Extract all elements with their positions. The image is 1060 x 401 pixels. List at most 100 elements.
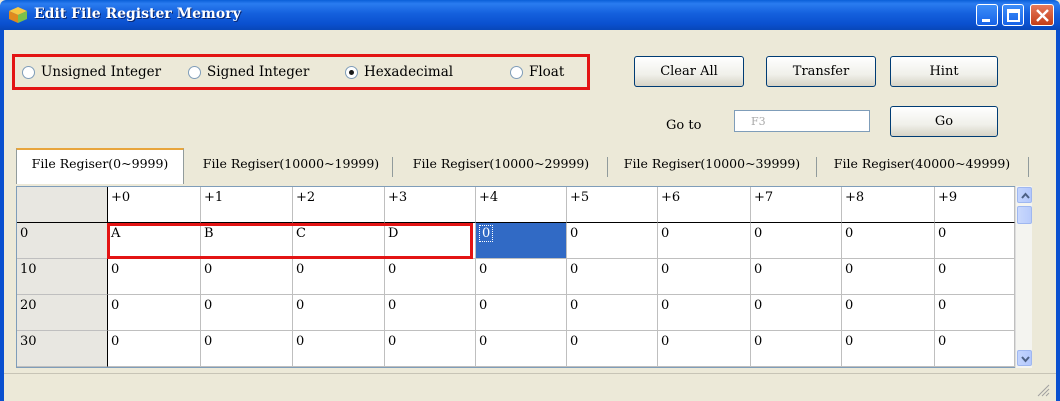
radio-indicator bbox=[345, 65, 358, 79]
clear-all-button[interactable]: Clear All bbox=[634, 56, 744, 87]
close-button[interactable] bbox=[1030, 4, 1054, 26]
go-button[interactable]: Go bbox=[890, 106, 998, 137]
register-cell[interactable]: 0 bbox=[476, 223, 567, 259]
cell-value: 0 bbox=[479, 225, 494, 242]
row-header: 10 bbox=[17, 259, 108, 295]
register-cell[interactable]: 0 bbox=[935, 259, 1015, 295]
grid-header-row: +0 +1 +2 +3 +4 +5 +6 +7 +8 +9 bbox=[17, 187, 1031, 223]
register-cell[interactable]: D bbox=[385, 223, 476, 259]
transfer-button[interactable]: Transfer bbox=[766, 56, 876, 87]
scroll-up-icon[interactable] bbox=[1017, 187, 1032, 203]
register-cell[interactable]: 0 bbox=[751, 223, 842, 259]
register-cell[interactable]: 0 bbox=[935, 223, 1015, 259]
register-cell[interactable]: 0 bbox=[658, 331, 751, 367]
title-bar[interactable]: Edit File Register Memory bbox=[0, 0, 1060, 30]
status-bar bbox=[4, 373, 1056, 401]
column-header: +7 bbox=[751, 187, 842, 223]
register-cell[interactable]: 0 bbox=[385, 259, 476, 295]
row-header: 0 bbox=[17, 223, 108, 259]
maximize-icon bbox=[1007, 9, 1020, 22]
register-cell[interactable]: 0 bbox=[385, 331, 476, 367]
radio-hexadecimal[interactable]: Hexadecimal bbox=[345, 62, 453, 82]
window-frame bbox=[0, 30, 4, 401]
radio-float[interactable]: Float bbox=[510, 62, 564, 82]
register-cell[interactable]: 0 bbox=[201, 331, 293, 367]
column-header: +6 bbox=[658, 187, 751, 223]
register-cell[interactable]: 0 bbox=[751, 295, 842, 331]
tab-file-register-0-9999[interactable]: File Regiser(0~9999) bbox=[16, 148, 184, 184]
register-grid[interactable]: +0 +1 +2 +3 +4 +5 +6 +7 +8 +9 0ABCD00000… bbox=[16, 186, 1032, 368]
register-cell[interactable]: 0 bbox=[842, 223, 935, 259]
column-header: +5 bbox=[567, 187, 658, 223]
hint-button[interactable]: Hint bbox=[890, 56, 998, 87]
window-frame bbox=[1056, 30, 1060, 401]
column-header: +9 bbox=[935, 187, 1015, 223]
radio-label: Unsigned Integer bbox=[41, 64, 162, 80]
scroll-down-icon[interactable] bbox=[1017, 350, 1032, 366]
register-cell[interactable]: 0 bbox=[751, 331, 842, 367]
register-cell[interactable]: 0 bbox=[108, 259, 201, 295]
register-cell[interactable]: 0 bbox=[293, 259, 385, 295]
close-icon bbox=[1036, 9, 1049, 22]
register-cell[interactable]: 0 bbox=[385, 295, 476, 331]
tab-divider bbox=[816, 157, 817, 177]
row-header: 30 bbox=[17, 331, 108, 367]
radio-indicator bbox=[510, 65, 523, 79]
radio-indicator bbox=[188, 65, 201, 79]
register-cell[interactable]: 0 bbox=[293, 295, 385, 331]
register-cell[interactable]: 0 bbox=[201, 259, 293, 295]
resize-grip-icon[interactable] bbox=[1036, 383, 1050, 397]
radio-label: Hexadecimal bbox=[364, 64, 454, 80]
minimize-button[interactable] bbox=[976, 4, 998, 26]
vertical-scrollbar[interactable] bbox=[1015, 186, 1032, 368]
register-cell[interactable]: 0 bbox=[108, 331, 201, 367]
table-row: 30 0 0 0 0 0 0 0 0 0 0 bbox=[17, 331, 1031, 367]
register-cell[interactable]: 0 bbox=[658, 295, 751, 331]
table-row: 20 0 0 0 0 0 0 0 0 0 0 bbox=[17, 295, 1031, 331]
tab-divider bbox=[392, 157, 393, 177]
register-cell[interactable]: 0 bbox=[935, 295, 1015, 331]
register-cell[interactable]: 0 bbox=[108, 295, 201, 331]
row-header: 20 bbox=[17, 295, 108, 331]
register-cell[interactable]: 0 bbox=[751, 259, 842, 295]
register-cell[interactable]: 0 bbox=[476, 259, 567, 295]
register-cell[interactable]: 0 bbox=[567, 223, 658, 259]
table-row: 10 0 0 0 0 0 0 0 0 0 0 bbox=[17, 259, 1031, 295]
tab-file-register-10000-19999[interactable]: File Regiser(10000~19999) bbox=[188, 150, 394, 184]
table-row: 0ABCD000000 bbox=[17, 223, 1031, 259]
maximize-button[interactable] bbox=[1002, 4, 1024, 26]
register-cell[interactable]: 0 bbox=[935, 331, 1015, 367]
cube-icon bbox=[9, 7, 27, 23]
register-cell[interactable]: C bbox=[293, 223, 385, 259]
column-header: +3 bbox=[385, 187, 476, 223]
register-cell[interactable]: 0 bbox=[567, 295, 658, 331]
register-cell[interactable]: 0 bbox=[476, 295, 567, 331]
register-cell[interactable]: 0 bbox=[658, 223, 751, 259]
goto-label: Go to bbox=[666, 118, 702, 133]
column-header: +0 bbox=[108, 187, 201, 223]
register-cell[interactable]: 0 bbox=[201, 295, 293, 331]
chevron-down-icon bbox=[1021, 356, 1030, 363]
register-cell[interactable]: 0 bbox=[658, 259, 751, 295]
radio-signed-integer[interactable]: Signed Integer bbox=[188, 62, 309, 82]
radio-unsigned-integer[interactable]: Unsigned Integer bbox=[22, 62, 161, 82]
tab-file-register-40000-49999[interactable]: File Regiser(40000~49999) bbox=[818, 150, 1026, 184]
tab-file-register-10000-29999[interactable]: File Regiser(10000~29999) bbox=[396, 150, 606, 184]
tab-divider bbox=[1028, 157, 1029, 177]
register-cell[interactable]: 0 bbox=[842, 295, 935, 331]
radio-label: Float bbox=[529, 64, 565, 80]
chevron-up-icon bbox=[1021, 192, 1030, 199]
goto-input[interactable] bbox=[734, 110, 870, 132]
register-cell[interactable]: A bbox=[108, 223, 201, 259]
register-cell[interactable]: 0 bbox=[293, 331, 385, 367]
register-cell[interactable]: 0 bbox=[567, 331, 658, 367]
register-cell[interactable]: 0 bbox=[567, 259, 658, 295]
scroll-thumb[interactable] bbox=[1017, 206, 1032, 224]
register-cell[interactable]: 0 bbox=[476, 331, 567, 367]
register-cell[interactable]: 0 bbox=[842, 331, 935, 367]
register-cell[interactable]: B bbox=[201, 223, 293, 259]
grid-corner bbox=[17, 187, 108, 223]
tab-file-register-10000-39999[interactable]: File Regiser(10000~39999) bbox=[608, 150, 816, 184]
register-cell[interactable]: 0 bbox=[842, 259, 935, 295]
radio-label: Signed Integer bbox=[207, 64, 310, 80]
